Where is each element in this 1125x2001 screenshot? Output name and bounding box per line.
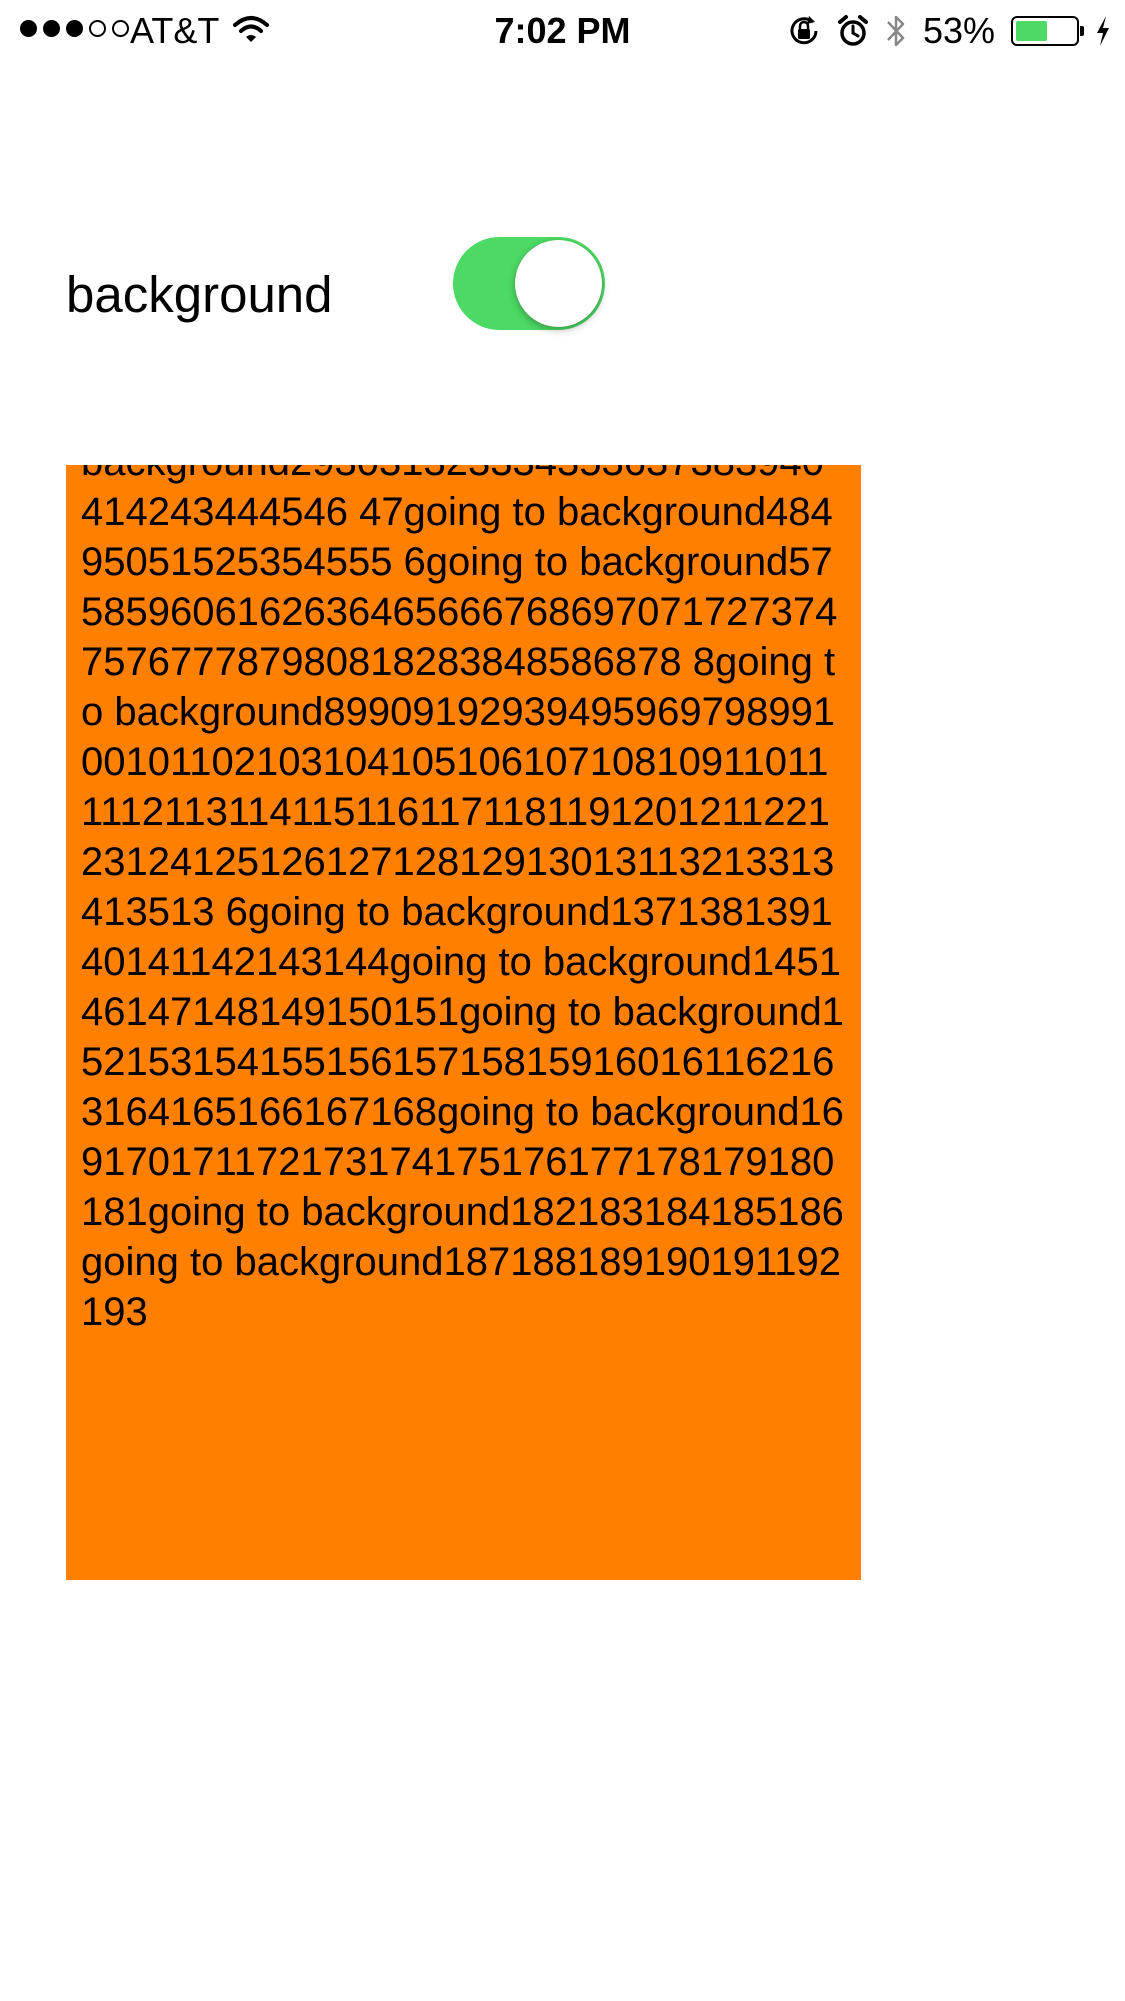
background-label: background bbox=[66, 266, 333, 323]
rotation-lock-icon bbox=[790, 16, 818, 45]
battery-percent: 53% bbox=[922, 10, 995, 51]
toggle-knob[interactable] bbox=[515, 240, 602, 327]
battery-icon bbox=[1011, 16, 1084, 46]
alarm-icon bbox=[837, 15, 868, 46]
bluetooth-icon bbox=[887, 15, 905, 47]
charging-bolt-icon bbox=[1097, 16, 1109, 46]
log-text-view[interactable]: background293031323334353637383940414243… bbox=[66, 465, 861, 1580]
background-toggle[interactable] bbox=[453, 237, 605, 330]
status-right-group: 53% bbox=[787, 9, 1111, 53]
status-bar: AT&T 7:02 PM 53% bbox=[0, 0, 1125, 62]
battery-level-fill bbox=[1016, 21, 1047, 41]
log-text: background293031323334353637383940414243… bbox=[81, 465, 844, 1334]
